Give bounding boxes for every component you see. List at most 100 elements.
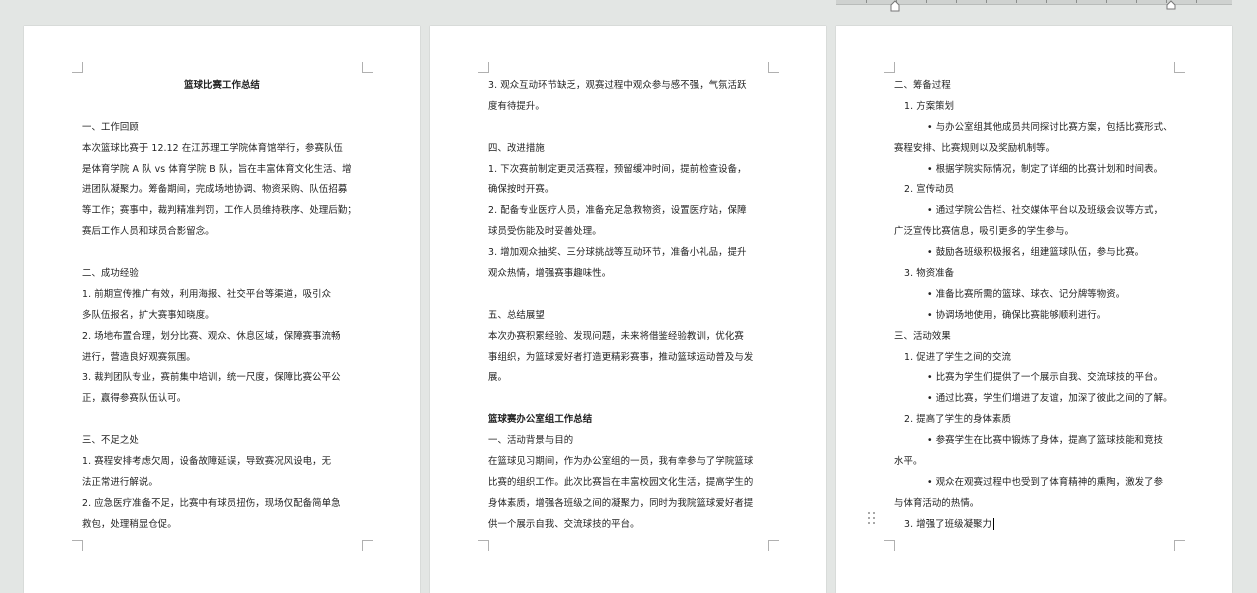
paragraph-line[interactable]: 五、总结展望 [488,306,768,327]
paragraph-line[interactable]: 三、不足之处 [82,431,362,452]
line-text: 3. 裁判团队专业，赛前集中培训，统一尺度，保障比赛公平公 [82,372,341,384]
paragraph-line[interactable]: 赛后工作人员和球员合影留念。 [82,222,362,243]
paragraph-line[interactable]: 1. 赛程安排考虑欠周，设备故障延误，导致赛况风设电，无 [82,452,362,473]
paragraph-line[interactable] [82,243,362,264]
line-text: 多队伍报名，扩大赛事知晓度。 [82,309,215,321]
paragraph-drag-handle-icon[interactable] [868,512,878,526]
paragraph-line[interactable]: 3. 物资准备 [894,264,1174,285]
paragraph-line[interactable]: 球员受伤能及时妥善处理。 [488,222,768,243]
line-text: 五、总结展望 [488,309,545,321]
paragraph-line[interactable]: • 通过比赛，学生们增进了友谊，加深了彼此之间的了解。 [894,389,1174,410]
margin-corner-mark [478,62,489,73]
paragraph-line[interactable]: 3. 观众互动环节缺乏，观赛过程中观众参与感不强，气氛活跃 [488,76,768,97]
paragraph-line[interactable]: 1. 下次赛前制定更灵活赛程，预留缓冲时间，提前检查设备， [488,160,768,181]
paragraph-line[interactable]: 等工作；赛事中，裁判精准判罚，工作人员维持秩序、处理后勤； [82,201,362,222]
paragraph-line[interactable] [488,118,768,139]
paragraph-line[interactable]: • 比赛为学生们提供了一个展示自我、交流球技的平台。 [894,368,1174,389]
paragraph-line[interactable]: 2. 宣传动员 [894,180,1174,201]
line-text: 观众热情，增强赛事趣味性。 [488,268,612,280]
page-text-body[interactable]: 二、筹备过程 1. 方案策划 • 与办公室组其他成员共同探讨比赛方案，包括比赛形式、… [894,76,1174,536]
paragraph-line[interactable]: • 鼓励各班级积极报名，组建篮球队伍，参与比赛。 [894,243,1174,264]
paragraph-line[interactable]: 四、改进措施 [488,139,768,160]
paragraph-line[interactable]: 多队伍报名，扩大赛事知晓度。 [82,306,362,327]
paragraph-line[interactable]: 二、筹备过程 [894,76,1174,97]
paragraph-line[interactable]: 篮球比赛工作总结 [82,76,362,97]
paragraph-line[interactable]: 确保按时开赛。 [488,180,768,201]
paragraph-line[interactable]: 本次篮球比赛于 12.12 在江苏理工学院体育馆举行，参赛队伍 [82,139,362,160]
line-text: 2. 提高了学生的身体素质 [904,414,1011,426]
line-text: • 鼓励各班级积极报名，组建篮球队伍，参与比赛。 [927,247,1145,259]
line-text: 3. 增强了班级凝聚力 [904,518,993,530]
paragraph-line[interactable]: 广泛宣传比赛信息，吸引更多的学生参与。 [894,222,1174,243]
paragraph-line[interactable]: 2. 配备专业医疗人员，准备充足急救物资，设置医疗站，保障 [488,201,768,222]
paragraph-line[interactable] [488,285,768,306]
line-text: • 协调场地使用，确保比赛能够顺利进行。 [927,309,1107,321]
paragraph-line[interactable]: • 观众在观赛过程中也受到了体育精神的熏陶，激发了参 [894,473,1174,494]
paragraph-line[interactable]: 3. 裁判团队专业，赛前集中培训，统一尺度，保障比赛公平公 [82,368,362,389]
paragraph-line[interactable]: 事组织，为篮球爱好者打造更精彩赛事，推动篮球运动普及与发 [488,348,768,369]
paragraph-line[interactable]: 3. 增强了班级凝聚力 [894,515,1174,536]
paragraph-line[interactable]: 三、活动效果 [894,327,1174,348]
line-text: 比赛的组织工作。此次比赛旨在丰富校园文化生活，提高学生的 [488,476,754,488]
line-text: 二、成功经验 [82,268,139,280]
paragraph-line[interactable]: 1. 方案策划 [894,97,1174,118]
paragraph-line[interactable]: • 协调场地使用，确保比赛能够顺利进行。 [894,306,1174,327]
line-text: 2. 应急医疗准备不足，比赛中有球员扭伤，现场仅配备简单急 [82,497,341,509]
paragraph-line[interactable]: 在篮球见习期间，作为办公室组的一员，我有幸参与了学院篮球 [488,452,768,473]
paragraph-line[interactable]: 1. 前期宣传推广有效，利用海报、社交平台等渠道，吸引众 [82,285,362,306]
paragraph-line[interactable]: 救包，处理稍显仓促。 [82,515,362,536]
paragraph-line[interactable]: • 通过学院公告栏、社交媒体平台以及班级会议等方式， [894,201,1174,222]
line-text: • 通过学院公告栏、社交媒体平台以及班级会议等方式， [927,205,1164,217]
paragraph-line[interactable]: 观众热情，增强赛事趣味性。 [488,264,768,285]
line-text: 进行，营造良好观赛氛围。 [82,351,196,363]
paragraph-line[interactable]: 法正常进行解说。 [82,473,362,494]
margin-corner-mark [884,540,895,551]
document-page-2[interactable]: 3. 观众互动环节缺乏，观赛过程中观众参与感不强，气氛活跃度有待提升。四、改进措… [430,26,826,593]
paragraph-line[interactable]: 供一个展示自我、交流球技的平台。 [488,515,768,536]
line-text: • 比赛为学生们提供了一个展示自我、交流球技的平台。 [927,372,1164,384]
paragraph-line[interactable]: 2. 提高了学生的身体素质 [894,410,1174,431]
paragraph-line[interactable]: • 根据学院实际情况，制定了详细的比赛计划和时间表。 [894,160,1174,181]
page-text-body[interactable]: 篮球比赛工作总结 一、工作回顾 本次篮球比赛于 12.12 在江苏理工学院体育馆举… [82,76,362,536]
line-text: 1. 促进了学生之间的交流 [904,351,1011,363]
line-text: 度有待提升。 [488,100,545,112]
line-text: 3. 增加观众抽奖、三分球挑战等互动环节，准备小礼品，提升 [488,247,747,259]
paragraph-line[interactable] [82,97,362,118]
paragraph-line[interactable]: 是体育学院 A 队 vs 体育学院 B 队，旨在丰富体育文化生活、增 [82,160,362,181]
paragraph-line[interactable]: • 准备比赛所需的篮球、球衣、记分牌等物资。 [894,285,1174,306]
paragraph-line[interactable]: 本次办赛积累经验、发现问题，未来将借鉴经验教训，优化赛 [488,327,768,348]
paragraph-line[interactable]: 度有待提升。 [488,97,768,118]
paragraph-line[interactable]: 进团队凝聚力。筹备期间，完成场地协调、物资采购、队伍招募 [82,180,362,201]
paragraph-line[interactable]: 篮球赛办公室组工作总结 [488,410,768,431]
right-indent-marker-icon[interactable] [1166,0,1176,12]
paragraph-line[interactable]: 进行，营造良好观赛氛围。 [82,348,362,369]
paragraph-line[interactable]: 一、工作回顾 [82,118,362,139]
paragraph-line[interactable] [488,389,768,410]
left-indent-marker-icon[interactable] [890,0,900,12]
page-text-body[interactable]: 3. 观众互动环节缺乏，观赛过程中观众参与感不强，气氛活跃度有待提升。四、改进措… [488,76,768,536]
paragraph-line[interactable]: 水平。 [894,452,1174,473]
paragraph-line[interactable]: 3. 增加观众抽奖、三分球挑战等互动环节，准备小礼品，提升 [488,243,768,264]
line-text: 本次篮球比赛于 12.12 在江苏理工学院体育馆举行，参赛队伍 [82,142,343,154]
paragraph-line[interactable]: 正，赢得参赛队伍认可。 [82,389,362,410]
paragraph-line[interactable]: 身体素质，增强各班级之间的凝聚力，同时为我院篮球爱好者提 [488,494,768,515]
line-text: • 参赛学生在比赛中锻炼了身体，提高了篮球技能和竞技 [927,435,1164,447]
line-text: 一、活动背景与目的 [488,435,574,447]
paragraph-line[interactable]: 2. 应急医疗准备不足，比赛中有球员扭伤，现场仅配备简单急 [82,494,362,515]
document-page-1[interactable]: 篮球比赛工作总结 一、工作回顾 本次篮球比赛于 12.12 在江苏理工学院体育馆举… [24,26,420,593]
paragraph-line[interactable]: 比赛的组织工作。此次比赛旨在丰富校园文化生活，提高学生的 [488,473,768,494]
paragraph-line[interactable]: 展。 [488,368,768,389]
paragraph-line[interactable]: 二、成功经验 [82,264,362,285]
paragraph-line[interactable]: 与体育活动的热情。 [894,494,1174,515]
paragraph-line[interactable]: 1. 促进了学生之间的交流 [894,348,1174,369]
paragraph-line[interactable]: • 参赛学生在比赛中锻炼了身体，提高了篮球技能和竞技 [894,431,1174,452]
line-text: • 观众在观赛过程中也受到了体育精神的熏陶，激发了参 [927,476,1164,488]
paragraph-line[interactable]: 赛程安排、比赛规则以及奖励机制等。 [894,139,1174,160]
line-text: 是体育学院 A 队 vs 体育学院 B 队，旨在丰富体育文化生活、增 [82,163,352,175]
paragraph-line[interactable]: 一、活动背景与目的 [488,431,768,452]
paragraph-line[interactable] [82,410,362,431]
text-cursor [993,518,995,531]
document-page-3[interactable]: 二、筹备过程 1. 方案策划 • 与办公室组其他成员共同探讨比赛方案，包括比赛形式、… [836,26,1232,593]
paragraph-line[interactable]: • 与办公室组其他成员共同探讨比赛方案，包括比赛形式、 [894,118,1174,139]
paragraph-line[interactable]: 2. 场地布置合理，划分比赛、观众、休息区域，保障赛事流畅 [82,327,362,348]
